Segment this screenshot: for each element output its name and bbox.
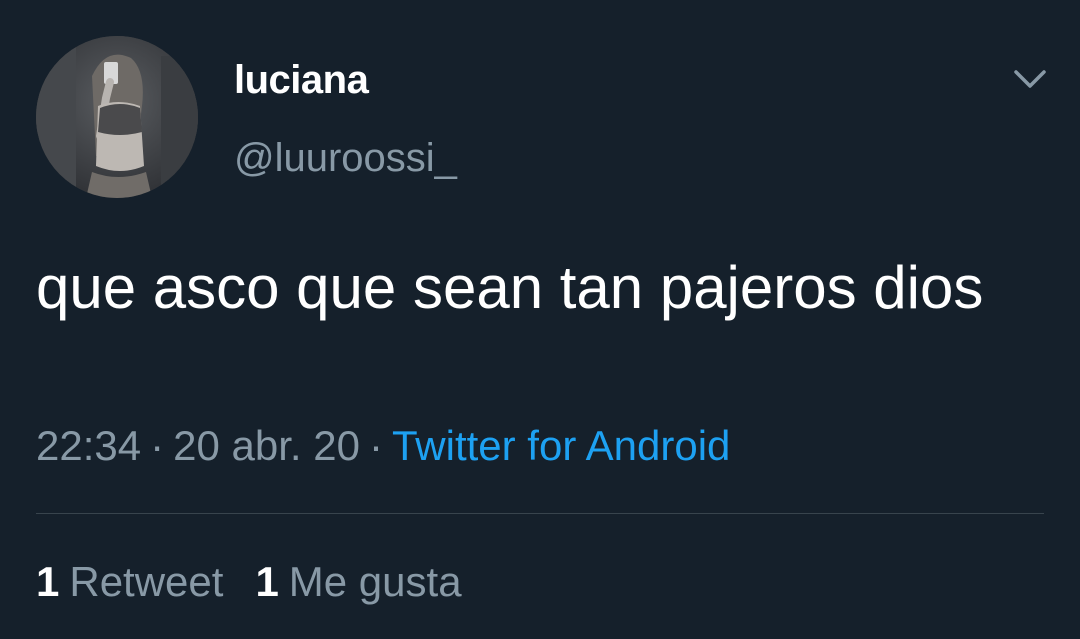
tweet-source-link[interactable]: Twitter for Android	[392, 422, 730, 469]
likes-stat[interactable]: 1 Me gusta	[255, 558, 461, 606]
user-handle[interactable]: @luuroossi_	[234, 136, 457, 181]
separator: ·	[150, 422, 165, 469]
tweet-date[interactable]: 20 abr. 20	[173, 422, 360, 469]
chevron-down-icon[interactable]	[1008, 62, 1052, 96]
divider	[36, 513, 1044, 514]
avatar[interactable]	[36, 36, 198, 198]
tweet-text: que asco que sean tan pajeros dios	[36, 254, 984, 321]
separator: ·	[368, 422, 383, 469]
tweet-time[interactable]: 22:34	[36, 422, 141, 469]
tweet-stats: 1 Retweet 1 Me gusta	[36, 558, 494, 606]
retweets-stat[interactable]: 1 Retweet	[36, 558, 223, 606]
likes-label: Me gusta	[288, 558, 462, 605]
likes-count: 1	[255, 558, 279, 605]
tweet-meta: 22:34 · 20 abr. 20 · Twitter for Android	[36, 422, 730, 470]
retweets-label: Retweet	[69, 558, 224, 605]
retweets-count: 1	[36, 558, 60, 605]
tweet-detail: luciana @luuroossi_ que asco que sean ta…	[0, 0, 1080, 639]
display-name[interactable]: luciana	[234, 58, 369, 103]
avatar-photo	[36, 36, 198, 198]
